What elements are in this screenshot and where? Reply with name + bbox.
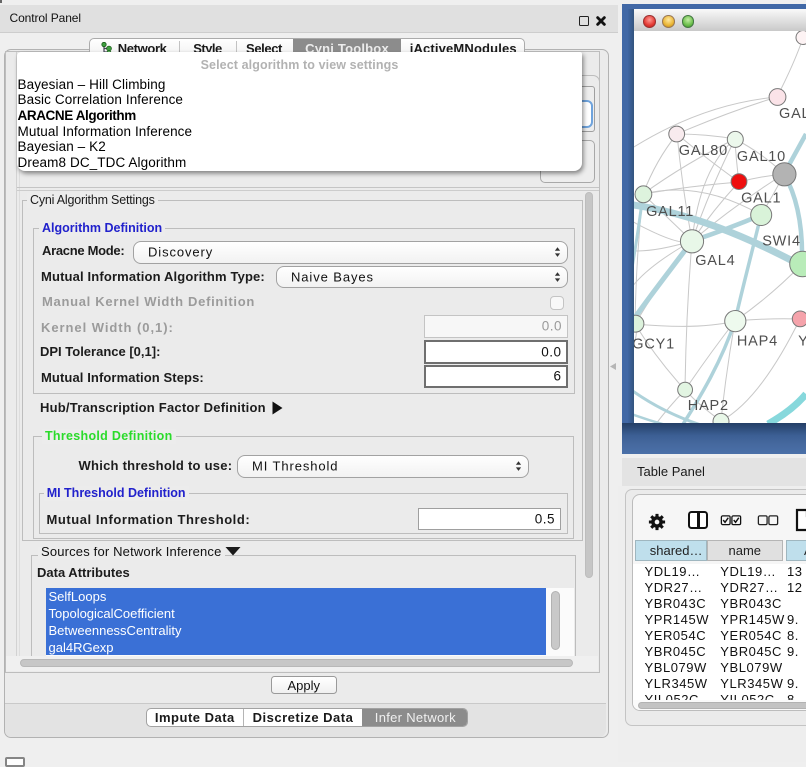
svg-text:GAL7: GAL7 [779,106,806,122]
svg-text:HAP2: HAP2 [688,398,729,414]
svg-text:GAL1: GAL1 [741,191,781,207]
svg-text:GAL11: GAL11 [646,204,694,220]
svg-text:HAP4: HAP4 [737,334,778,350]
svg-text:SWI4: SWI4 [762,234,801,250]
svg-text:GAL10: GAL10 [737,149,786,165]
svg-text:GAL4: GAL4 [695,253,735,269]
svg-text:YB: YB [798,334,806,350]
svg-text:GCY1: GCY1 [634,337,675,353]
svg-text:GAL80: GAL80 [679,143,728,159]
